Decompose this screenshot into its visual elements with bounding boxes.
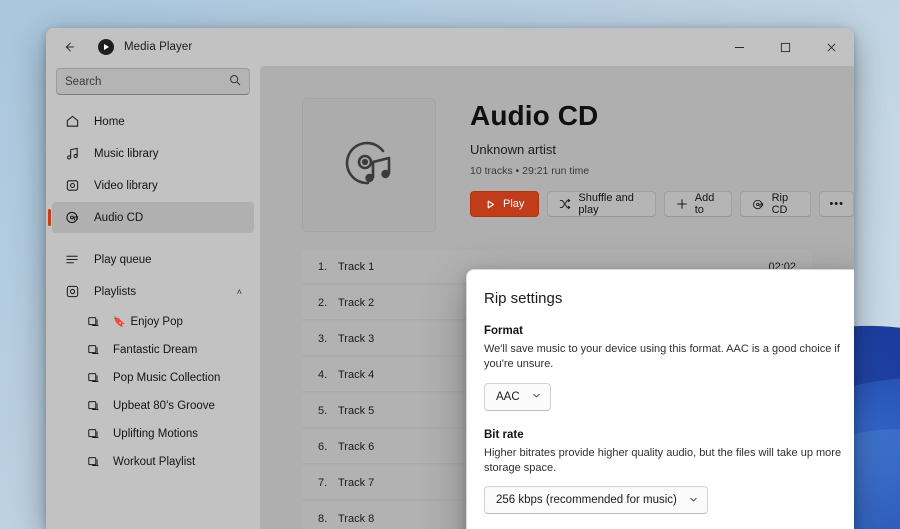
- bitrate-select[interactable]: 256 kbps (recommended for music): [484, 486, 708, 515]
- sidebar-item-label: Music library: [94, 147, 159, 160]
- window-body: Home Music library: [46, 66, 854, 529]
- minimize-button[interactable]: [716, 28, 762, 66]
- playlists-icon: [64, 283, 81, 300]
- search-container: [46, 68, 260, 105]
- chevron-down-icon[interactable]: [532, 391, 541, 402]
- title-bar: Media Player: [46, 28, 854, 66]
- sidebar-playlist-label: Fantastic Dream: [113, 344, 198, 356]
- sidebar-playlist-fantastic-dream[interactable]: Fantastic Dream: [52, 336, 254, 364]
- playlist-icon: [86, 370, 102, 386]
- sidebar-playlist-enjoy-pop[interactable]: 🔖 Enjoy Pop: [52, 308, 254, 336]
- search-input[interactable]: [65, 75, 229, 88]
- sidebar-item-label: Play queue: [94, 253, 152, 266]
- sidebar-playlist-label: Workout Playlist: [113, 456, 196, 468]
- sidebar-playlist-uplifting-motions[interactable]: Uplifting Motions: [52, 420, 254, 448]
- home-icon: [64, 113, 81, 130]
- format-description: We'll save music to your device using th…: [484, 343, 840, 370]
- maximize-button[interactable]: [762, 28, 808, 66]
- content-area: Audio CD Unknown artist 10 tracks • 29:2…: [260, 66, 854, 529]
- chevron-down-icon[interactable]: [689, 495, 698, 506]
- playlist-icon: [86, 426, 102, 442]
- close-button[interactable]: [808, 28, 854, 66]
- sidebar-item-home[interactable]: Home: [52, 106, 254, 137]
- sidebar-playlist-label: Enjoy Pop: [130, 316, 183, 328]
- sidebar-item-label: Playlists: [94, 285, 137, 298]
- format-select-value: AAC: [496, 390, 520, 403]
- sidebar-divider: [46, 234, 260, 243]
- pin-icon: 🔖: [113, 316, 126, 328]
- back-arrow-icon[interactable]: [54, 34, 84, 60]
- video-icon: [64, 177, 81, 194]
- playlist-icon: [86, 454, 102, 470]
- sidebar-item-playlists[interactable]: Playlists ˄: [52, 276, 254, 307]
- desktop-background: Media Player Search Home Music library V…: [0, 0, 900, 529]
- sidebar-item-play-queue[interactable]: Play queue: [52, 244, 254, 275]
- sidebar-item-label: Audio CD: [94, 211, 144, 224]
- format-label: Format: [484, 325, 523, 337]
- sidebar-item-video-library[interactable]: Video library: [52, 170, 254, 201]
- window-title: Media Player: [124, 41, 193, 53]
- playlist-icon: [86, 342, 102, 358]
- audio-cd-icon: [64, 209, 81, 226]
- play-queue-icon: [64, 251, 81, 268]
- sidebar-item-audio-cd[interactable]: Audio CD: [48, 202, 254, 233]
- playlist-icon: [86, 398, 102, 414]
- sidebar-playlist-label: Upbeat 80's Groove: [113, 400, 215, 412]
- sidebar-playlist-label: Uplifting Motions: [113, 428, 199, 440]
- sidebar-item-label: Video library: [94, 179, 158, 192]
- search-box[interactable]: [56, 68, 250, 95]
- search-icon[interactable]: [229, 74, 241, 89]
- sidebar-item-label: Home: [94, 115, 125, 128]
- window-controls: [716, 28, 854, 66]
- sidebar-playlist-upbeat-80s-groove[interactable]: Upbeat 80's Groove: [52, 392, 254, 420]
- playlist-icon: [86, 314, 102, 330]
- bitrate-label: Bit rate: [484, 428, 524, 441]
- bitrate-select-value: 256 kbps (recommended for music): [496, 494, 677, 507]
- rip-settings-dialog: Rip settings Format We'll save music to …: [466, 269, 854, 529]
- chevron-up-icon[interactable]: ˄: [237, 287, 242, 297]
- sidebar-playlist-pop-music-collection[interactable]: Pop Music Collection: [52, 364, 254, 392]
- format-select[interactable]: AAC: [484, 382, 551, 411]
- dialog-title: Rip settings: [484, 290, 563, 307]
- sidebar-playlist-label: Pop Music Collection: [113, 372, 221, 384]
- media-player-window: Media Player Search Home Music library V…: [46, 28, 854, 529]
- sidebar: Home Music library: [46, 66, 260, 529]
- dialog-body: Rip settings Format We'll save music to …: [467, 270, 854, 529]
- sidebar-playlist-workout-playlist[interactable]: Workout Playlist: [52, 448, 254, 476]
- media-player-logo-icon: [98, 39, 114, 55]
- sidebar-item-music-library[interactable]: Music library: [52, 138, 254, 169]
- music-note-icon: [64, 145, 81, 162]
- bitrate-description: Higher bitrates provide higher quality a…: [484, 446, 842, 474]
